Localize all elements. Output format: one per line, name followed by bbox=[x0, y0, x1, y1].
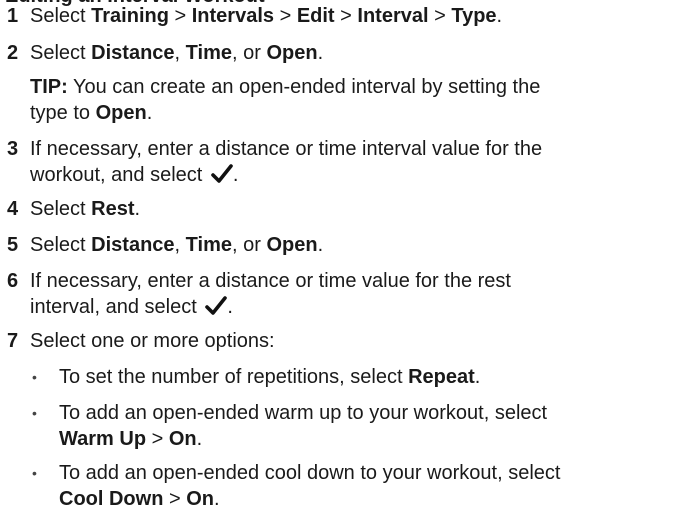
text-run: To add an open-ended warm up to your wor… bbox=[59, 402, 548, 424]
text-run: . bbox=[196, 428, 203, 450]
text-run: Select bbox=[30, 5, 92, 27]
text-run: To set the number of repetitions, select bbox=[59, 366, 409, 388]
bullet-icon: • bbox=[32, 369, 37, 385]
tip-note: TIP: You can create an open-ended interv… bbox=[30, 74, 670, 126]
text-run: > bbox=[146, 428, 169, 450]
menu-term: Intervals bbox=[191, 5, 275, 27]
text-run: > bbox=[334, 5, 358, 27]
text-run: interval, and select bbox=[30, 296, 203, 318]
menu-term: Open bbox=[266, 234, 318, 256]
bullet-icon: • bbox=[32, 405, 37, 421]
menu-term: Warm Up bbox=[59, 428, 147, 450]
text-run: > bbox=[428, 5, 452, 27]
text-line: TIP: You can create an open-ended interv… bbox=[30, 74, 670, 100]
menu-term: Time bbox=[185, 42, 232, 64]
text-line: Select Training > Intervals > Edit > Int… bbox=[30, 3, 670, 29]
menu-term: On bbox=[186, 488, 215, 510]
bullet-icon: • bbox=[32, 465, 37, 481]
text-run: . bbox=[317, 234, 324, 256]
text-run: . bbox=[134, 198, 141, 220]
menu-term: Training bbox=[91, 5, 169, 27]
text-line: Select one or more options: bbox=[30, 328, 670, 354]
text-run: Select one or more options: bbox=[30, 330, 275, 352]
text-run: > bbox=[163, 488, 187, 510]
text-line: If necessary, enter a distance or time v… bbox=[30, 268, 670, 294]
text-line: type to Open. bbox=[30, 100, 670, 126]
text-run: type to bbox=[30, 102, 96, 124]
text-run: , or bbox=[231, 42, 267, 64]
text-line: Select Distance, Time, or Open. bbox=[30, 232, 670, 258]
text-run: To add an open-ended cool down to your w… bbox=[59, 462, 561, 484]
menu-term: Edit bbox=[296, 5, 335, 27]
text-run: , bbox=[174, 234, 186, 256]
text-run: If necessary, enter a distance or time v… bbox=[30, 270, 511, 292]
text-run: > bbox=[168, 5, 192, 27]
text-line: interval, and select . bbox=[30, 294, 670, 320]
menu-term: TIP: bbox=[30, 76, 68, 98]
text-line: Cool Down > On. bbox=[59, 486, 669, 512]
text-run: . bbox=[474, 366, 481, 388]
menu-term: Open bbox=[95, 102, 147, 124]
check-icon bbox=[205, 296, 228, 315]
menu-term: Distance bbox=[91, 42, 175, 64]
menu-term: Time bbox=[185, 234, 232, 256]
step-number: 7 bbox=[7, 330, 19, 352]
text-run: . bbox=[214, 488, 220, 510]
step-text: Select Rest. bbox=[30, 196, 670, 222]
menu-term: Interval bbox=[357, 5, 429, 27]
text-run: , or bbox=[231, 234, 267, 256]
text-line: To add an open-ended warm up to your wor… bbox=[59, 400, 669, 426]
step-number: 2 bbox=[7, 42, 19, 64]
text-run: If necessary, enter a distance or time i… bbox=[30, 138, 543, 160]
menu-term: Type bbox=[451, 5, 497, 27]
step-text: Select Distance, Time, or Open. bbox=[30, 232, 670, 258]
text-run: , bbox=[174, 42, 186, 64]
text-line: If necessary, enter a distance or time i… bbox=[30, 136, 670, 162]
text-run: workout, and select bbox=[30, 164, 208, 186]
step-number: 1 bbox=[7, 5, 19, 27]
text-run: You can create an open-ended interval by… bbox=[67, 76, 541, 98]
menu-term: Rest bbox=[91, 198, 135, 220]
text-run: Select bbox=[30, 198, 92, 220]
bullet-text: To add an open-ended cool down to your w… bbox=[59, 460, 669, 512]
text-line: To add an open-ended cool down to your w… bbox=[59, 460, 669, 486]
text-line: To set the number of repetitions, select… bbox=[59, 364, 669, 390]
text-run: > bbox=[274, 5, 297, 27]
menu-term: Repeat bbox=[408, 366, 475, 388]
bullet-text: To set the number of repetitions, select… bbox=[59, 364, 669, 390]
step-text: Select one or more options: bbox=[30, 328, 670, 354]
bullet-text: To add an open-ended warm up to your wor… bbox=[59, 400, 669, 452]
text-run: . bbox=[317, 42, 324, 64]
text-run: . bbox=[496, 5, 503, 27]
text-line: workout, and select . bbox=[30, 162, 670, 188]
menu-term: Distance bbox=[91, 234, 175, 256]
text-run: . bbox=[146, 102, 153, 124]
menu-term: Open bbox=[266, 42, 318, 64]
manual-page: Editing an Interval Workout 1 Select Tra… bbox=[0, 0, 681, 510]
menu-term: On bbox=[168, 428, 197, 450]
text-run: . bbox=[232, 164, 239, 186]
text-line: Warm Up > On. bbox=[59, 426, 669, 452]
step-text: Select Distance, Time, or Open. bbox=[30, 40, 670, 66]
menu-term: Cool Down bbox=[59, 488, 164, 510]
step-number: 4 bbox=[7, 198, 19, 220]
text-line: Select Distance, Time, or Open. bbox=[30, 40, 670, 66]
text-run: . bbox=[227, 296, 233, 318]
step-text: If necessary, enter a distance or time i… bbox=[30, 136, 670, 188]
text-line: Select Rest. bbox=[30, 196, 670, 222]
text-run: Select bbox=[30, 42, 92, 64]
check-icon bbox=[211, 164, 233, 183]
step-number: 5 bbox=[7, 234, 19, 256]
text-run: Select bbox=[30, 234, 92, 256]
step-number: 3 bbox=[7, 138, 19, 160]
step-text: Select Training > Intervals > Edit > Int… bbox=[30, 3, 670, 29]
step-number: 6 bbox=[7, 270, 19, 292]
step-text: If necessary, enter a distance or time v… bbox=[30, 268, 670, 320]
